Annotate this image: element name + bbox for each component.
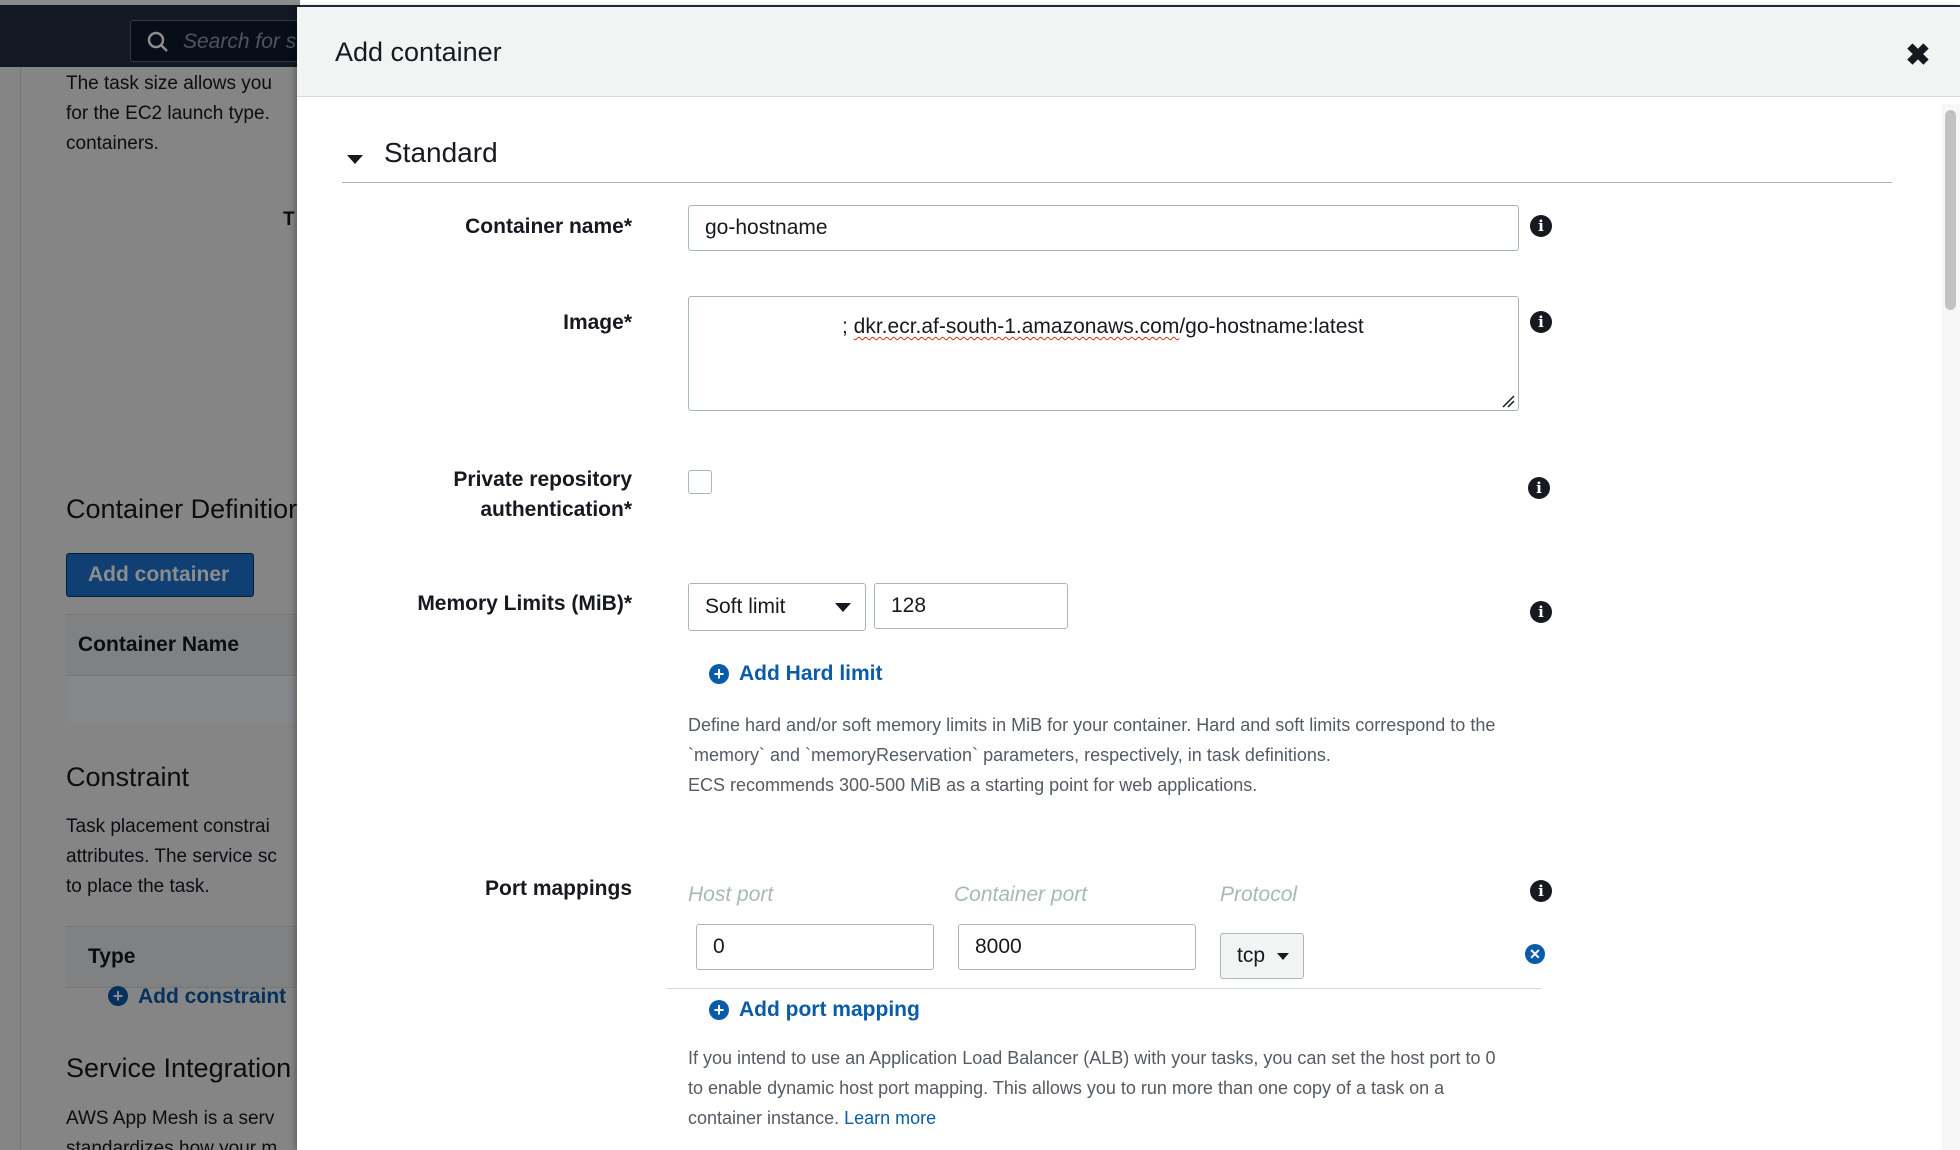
host-port-input[interactable] bbox=[696, 924, 934, 970]
port-help-line-3: container instance. Learn more bbox=[688, 1103, 936, 1133]
port-row-divider bbox=[667, 988, 1542, 989]
port-help-line-2: to enable dynamic host port mapping. Thi… bbox=[688, 1078, 1445, 1098]
plus-circle-icon: + bbox=[709, 1000, 729, 1020]
caret-down-icon bbox=[1277, 953, 1289, 960]
add-hard-limit-link[interactable]: + Add Hard limit bbox=[709, 662, 883, 686]
info-icon[interactable]: i bbox=[1530, 601, 1552, 623]
info-icon[interactable]: i bbox=[1530, 311, 1552, 333]
modal-backdrop[interactable] bbox=[0, 0, 300, 1150]
private-repo-checkbox[interactable] bbox=[688, 470, 712, 494]
private-repo-label-line-1: Private repository bbox=[453, 468, 632, 491]
image-value-lead: ; bbox=[842, 315, 854, 338]
caret-down-icon bbox=[835, 603, 851, 612]
container-name-label: Container name* bbox=[465, 215, 632, 238]
remove-port-mapping-icon[interactable]: ✕ bbox=[1525, 944, 1545, 964]
private-repo-label-line-2: authentication* bbox=[480, 498, 632, 521]
host-port-header: Host port bbox=[688, 883, 774, 906]
caret-down-icon[interactable] bbox=[347, 155, 363, 164]
add-hard-limit-label: Add Hard limit bbox=[739, 662, 883, 685]
protocol-select[interactable]: tcp bbox=[1220, 933, 1304, 979]
image-value-path: /go-hostname:latest bbox=[1179, 315, 1364, 338]
add-container-modal: Add container ✖ Standard Container name*… bbox=[297, 7, 1960, 1150]
section-standard-toggle[interactable]: Standard bbox=[384, 137, 498, 169]
info-icon[interactable]: i bbox=[1530, 880, 1552, 902]
close-icon[interactable]: ✖ bbox=[1902, 41, 1934, 73]
learn-more-link[interactable]: Learn more bbox=[844, 1108, 936, 1128]
container-port-header: Container port bbox=[954, 883, 1088, 906]
memory-limit-type-select[interactable]: Soft limit bbox=[688, 583, 866, 631]
image-value-host: dkr.ecr.af-south-1.amazonaws.com bbox=[853, 315, 1180, 338]
memory-help-line-1: Define hard and/or soft memory limits in… bbox=[688, 715, 1496, 735]
scrollbar-thumb[interactable] bbox=[1945, 110, 1956, 310]
container-port-input[interactable] bbox=[958, 924, 1196, 970]
image-textarea[interactable]: ; dkr.ecr.af-south-1.amazonaws.com/go-ho… bbox=[688, 296, 1519, 411]
plus-circle-icon: + bbox=[709, 664, 729, 684]
port-help-text: container instance. bbox=[688, 1108, 840, 1128]
resize-handle-icon[interactable] bbox=[1501, 394, 1515, 408]
image-label: Image* bbox=[563, 311, 632, 334]
add-port-mapping-link[interactable]: + Add port mapping bbox=[709, 998, 920, 1022]
port-mappings-label: Port mappings bbox=[484, 877, 632, 900]
add-port-mapping-label: Add port mapping bbox=[739, 998, 920, 1021]
container-name-input[interactable] bbox=[688, 205, 1519, 251]
modal-header: Add container ✖ bbox=[297, 7, 1960, 97]
modal-title: Add container bbox=[335, 37, 502, 67]
memory-limit-type-value: Soft limit bbox=[705, 595, 786, 618]
port-help-line-1: If you intend to use an Application Load… bbox=[688, 1048, 1496, 1068]
memory-help-line-3: ECS recommends 300-500 MiB as a starting… bbox=[688, 775, 1258, 795]
protocol-header: Protocol bbox=[1220, 883, 1298, 906]
info-icon[interactable]: i bbox=[1530, 215, 1552, 237]
modal-scrollbar[interactable] bbox=[1942, 104, 1960, 1150]
memory-help-line-2: `memory` and `memoryReservation` paramet… bbox=[688, 745, 1331, 765]
memory-limits-label: Memory Limits (MiB)* bbox=[417, 592, 632, 615]
section-divider bbox=[342, 182, 1892, 183]
info-icon[interactable]: i bbox=[1528, 477, 1550, 499]
memory-limit-input[interactable] bbox=[874, 583, 1068, 629]
protocol-value: tcp bbox=[1237, 944, 1266, 967]
